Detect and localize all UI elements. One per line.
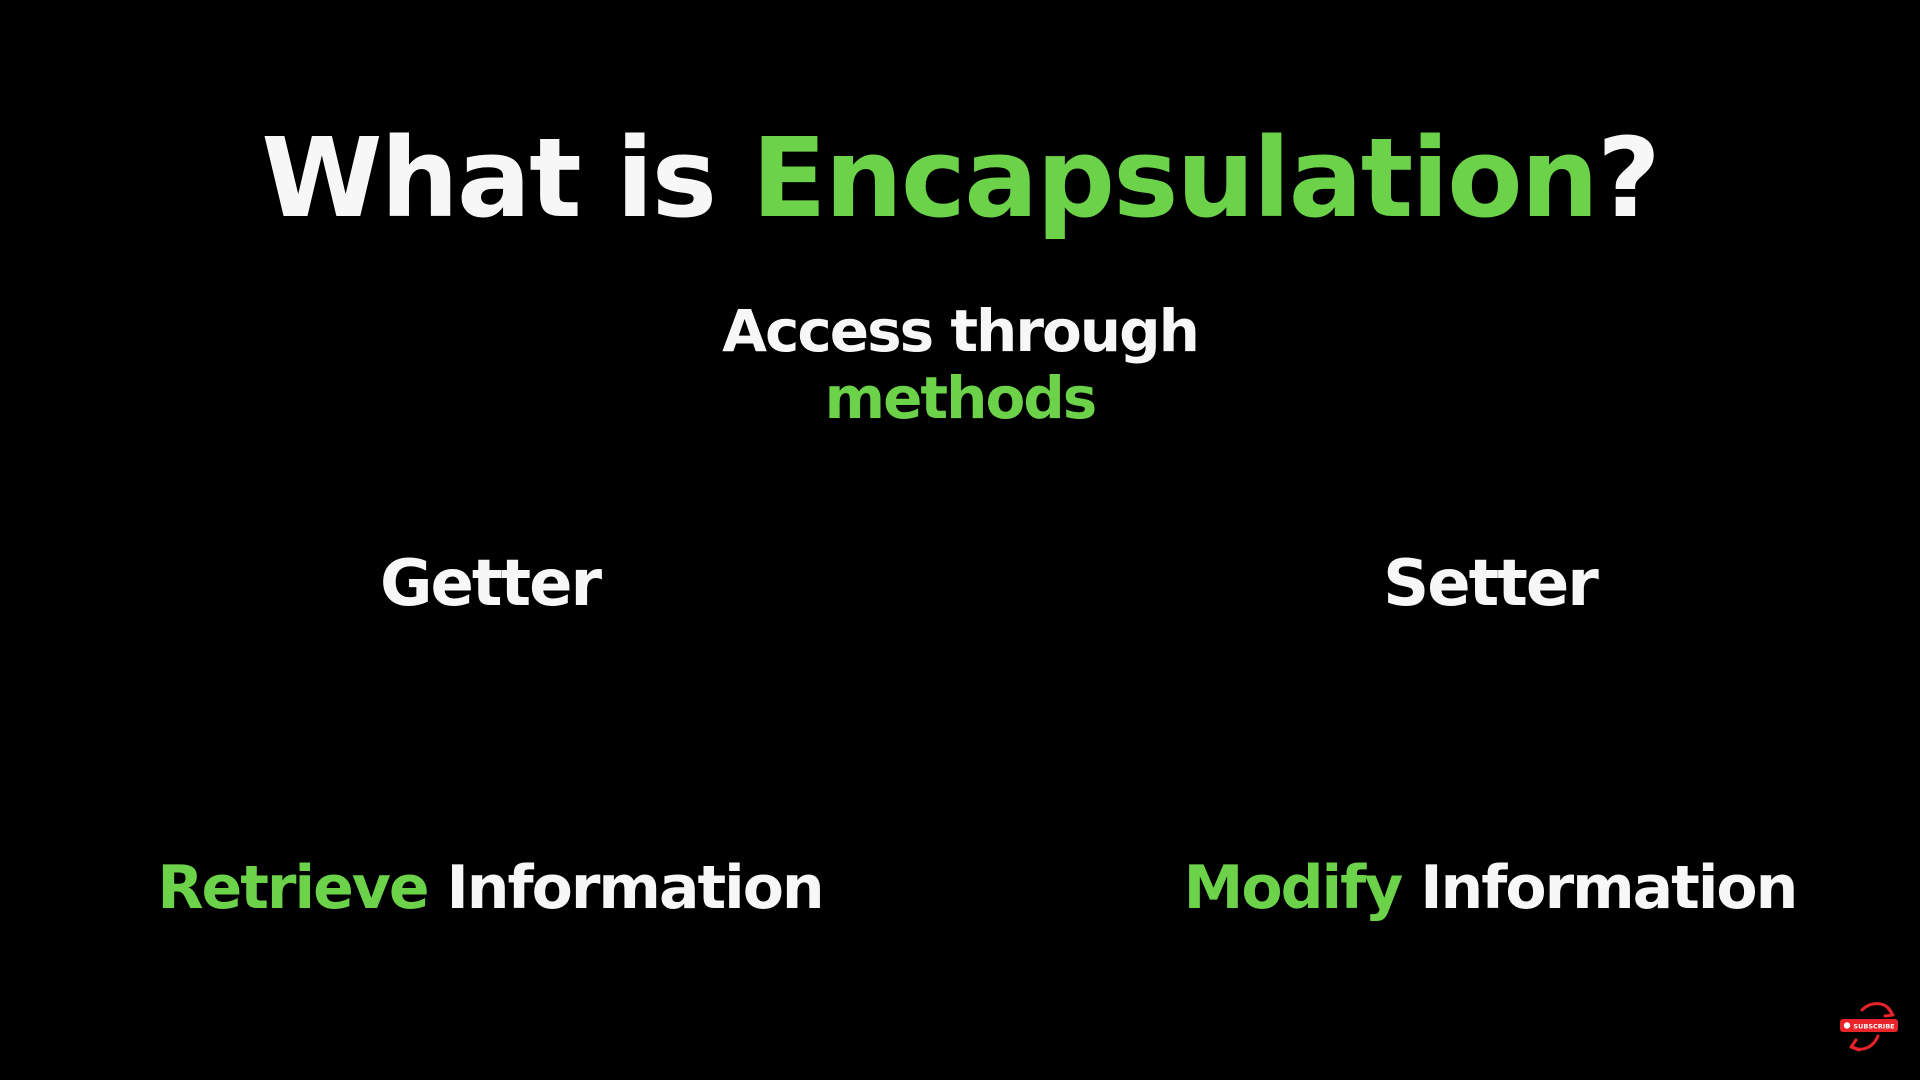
subtitle-line1: Access through (722, 297, 1200, 365)
slide: What is Encapsulation? Access through me… (0, 0, 1920, 1080)
setter-desc-highlight: Modify (1183, 853, 1404, 923)
subtitle: Access through methods (0, 298, 1920, 431)
getter-desc-rest: Information (427, 853, 824, 923)
slide-title: What is Encapsulation? (0, 112, 1920, 244)
getter-description: Retrieve Information (110, 852, 870, 924)
title-prefix: What is (261, 114, 752, 242)
getter-label: Getter (379, 547, 602, 621)
title-suffix: ? (1596, 114, 1661, 242)
subscribe-text: SUBSCRIBE (1853, 1023, 1894, 1031)
getter-desc-highlight: Retrieve (157, 853, 429, 923)
subtitle-line2: methods (824, 363, 1098, 432)
setter-label: Setter (1383, 547, 1599, 621)
title-highlight: Encapsulation (751, 114, 1599, 242)
setter-description: Modify Information (1110, 852, 1870, 924)
setter-desc-rest: Information (1401, 853, 1798, 923)
subscribe-watermark-icon[interactable]: SUBSCRIBE (1838, 1000, 1902, 1056)
